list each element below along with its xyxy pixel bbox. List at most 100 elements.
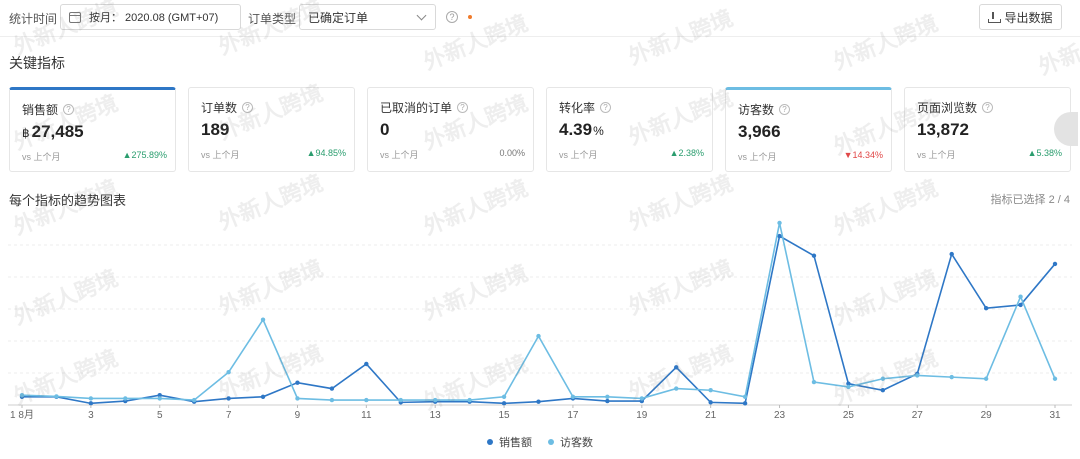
data-point[interactable] xyxy=(880,388,886,393)
data-point[interactable] xyxy=(295,380,300,385)
metric-change: 0.00% xyxy=(499,148,525,158)
data-point[interactable] xyxy=(605,398,610,404)
data-point[interactable] xyxy=(811,379,817,385)
metric-value: 4.39% xyxy=(559,120,604,139)
data-point[interactable] xyxy=(1052,261,1058,267)
legend-item[interactable]: 销售额 xyxy=(487,434,532,450)
data-point[interactable] xyxy=(811,253,817,258)
order-type-value: 已确定订单 xyxy=(308,10,369,25)
help-icon[interactable]: ? xyxy=(63,104,75,115)
data-point[interactable] xyxy=(536,333,541,339)
data-point[interactable] xyxy=(708,388,713,393)
data-point[interactable] xyxy=(260,394,266,399)
trend-chart: 1 8月 3 5 7 9 11 13 15 17 19 21 23 25 27 29 31 xyxy=(8,220,1072,421)
data-point[interactable] xyxy=(54,394,59,399)
metric-card-sales[interactable]: 销售额? ฿ 27,485 vs 上个月 ▲275.89% xyxy=(9,87,176,172)
data-point[interactable] xyxy=(191,397,197,403)
metric-compare: vs 上个月 xyxy=(201,150,240,160)
date-picker[interactable]: 按月： 2020.08 (GMT+07) xyxy=(60,4,241,30)
data-point[interactable] xyxy=(226,396,231,401)
data-point[interactable] xyxy=(949,374,954,380)
download-icon xyxy=(988,11,1002,23)
data-point[interactable] xyxy=(123,396,128,401)
data-point[interactable] xyxy=(157,396,162,401)
data-point[interactable] xyxy=(329,397,335,403)
help-icon[interactable]: ? xyxy=(242,102,254,113)
legend-dot-icon xyxy=(487,439,493,445)
data-point[interactable] xyxy=(846,384,851,390)
data-point[interactable] xyxy=(915,373,920,378)
data-point[interactable] xyxy=(1052,376,1058,381)
data-point[interactable] xyxy=(19,392,25,398)
x-tick-label: 5 xyxy=(157,410,163,421)
metric-card-orders[interactable]: 订单数? 189 vs 上个月 ▲94.85% xyxy=(188,87,355,172)
x-tick-label: 9 xyxy=(295,410,301,421)
chevron-down-icon xyxy=(416,10,427,21)
data-point[interactable] xyxy=(433,397,438,403)
order-type-select[interactable]: 已确定订单 xyxy=(299,4,436,30)
help-icon[interactable]: ? xyxy=(779,104,791,115)
export-button[interactable]: 导出数据 xyxy=(979,4,1062,30)
key-metrics-title: 关键指标 xyxy=(9,55,65,71)
metric-value: 189 xyxy=(201,120,230,139)
help-icon[interactable]: ? xyxy=(457,102,469,113)
help-icon[interactable]: ? xyxy=(982,102,994,113)
data-point[interactable] xyxy=(364,397,369,403)
divider xyxy=(0,36,1080,37)
metric-label: 已取消的订单 xyxy=(380,101,453,115)
metric-value: 13,872 xyxy=(917,120,969,139)
metric-label: 订单数 xyxy=(201,101,238,115)
x-tick-label: 7 xyxy=(226,410,232,421)
data-point[interactable] xyxy=(536,399,541,404)
x-tick-label: 15 xyxy=(499,410,511,421)
data-point[interactable] xyxy=(226,369,231,375)
data-point[interactable] xyxy=(467,397,472,403)
legend-item[interactable]: 访客数 xyxy=(548,434,593,450)
x-tick-label: 21 xyxy=(705,410,717,421)
metric-card-visitors[interactable]: 访客数? 3,966 vs 上个月 ▼14.34% xyxy=(725,87,892,172)
help-icon[interactable]: ? xyxy=(446,11,458,23)
data-point[interactable] xyxy=(329,386,335,391)
metric-change: ▲275.89% xyxy=(122,150,167,160)
data-point[interactable] xyxy=(674,365,679,370)
metric-card-cancelled[interactable]: 已取消的订单? 0 vs 上个月 0.00% xyxy=(367,87,534,172)
data-point[interactable] xyxy=(1018,302,1023,308)
data-point[interactable] xyxy=(983,376,989,381)
data-point[interactable] xyxy=(674,386,679,391)
data-point[interactable] xyxy=(501,394,507,399)
metric-label: 页面浏览数 xyxy=(917,101,978,115)
metric-change: ▲2.38% xyxy=(669,148,704,158)
data-point[interactable] xyxy=(260,317,266,322)
data-point[interactable] xyxy=(1018,294,1023,299)
x-tick-label: 17 xyxy=(567,410,579,421)
data-point[interactable] xyxy=(88,401,94,406)
data-point[interactable] xyxy=(639,396,644,401)
data-point[interactable] xyxy=(777,220,782,226)
metric-value: 0 xyxy=(380,120,390,139)
data-point[interactable] xyxy=(605,394,610,399)
data-point[interactable] xyxy=(983,306,989,311)
data-point[interactable] xyxy=(88,396,94,401)
date-value: 按月： 2020.08 (GMT+07) xyxy=(89,12,219,24)
metric-card-conversion[interactable]: 转化率? 4.39% vs 上个月 ▲2.38% xyxy=(546,87,713,172)
help-icon[interactable]: ? xyxy=(600,102,612,113)
data-point[interactable] xyxy=(570,394,576,399)
metric-label: 访客数 xyxy=(738,103,775,117)
metric-card-pageviews[interactable]: 页面浏览数? 13,872 vs 上个月 ▲5.38% xyxy=(904,87,1071,172)
filter-bar: 统计时间 按月： 2020.08 (GMT+07) 订单类型 已确定订单 ? 导… xyxy=(0,0,1080,36)
data-point[interactable] xyxy=(364,361,369,367)
metric-label: 转化率 xyxy=(559,101,596,115)
x-tick-label: 1 8月 xyxy=(10,409,34,421)
metric-change: ▲94.85% xyxy=(306,148,346,158)
data-point[interactable] xyxy=(708,400,713,405)
metric-value: 3,966 xyxy=(738,122,781,141)
data-point[interactable] xyxy=(398,397,403,403)
x-tick-label: 31 xyxy=(1049,410,1061,421)
data-point[interactable] xyxy=(742,401,748,406)
data-point[interactable] xyxy=(501,401,507,406)
data-point[interactable] xyxy=(949,251,954,257)
series-line-2 xyxy=(21,222,1056,401)
data-point[interactable] xyxy=(295,396,300,401)
data-point[interactable] xyxy=(880,376,886,381)
data-point[interactable] xyxy=(742,394,748,399)
